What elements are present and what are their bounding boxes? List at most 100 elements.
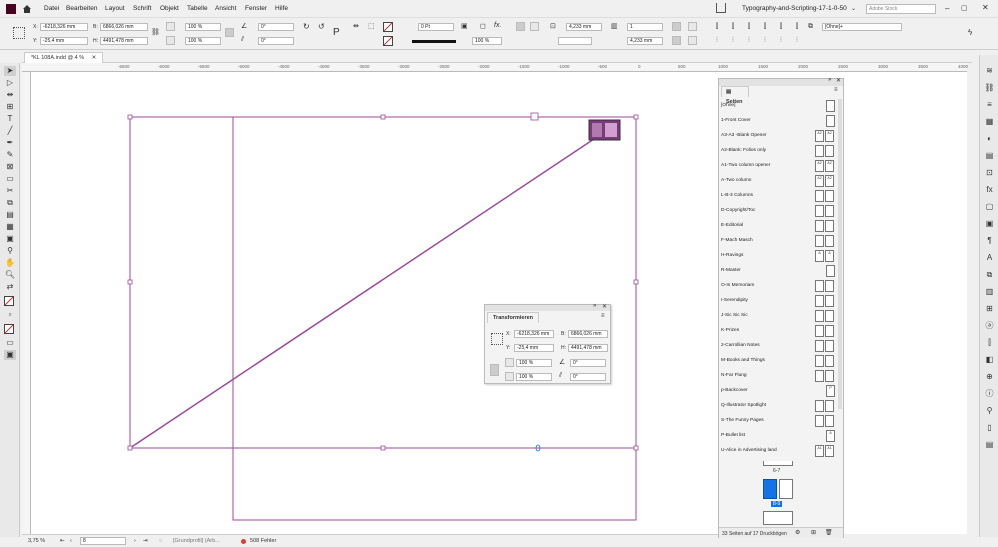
rectangle-tool-icon[interactable]: ▭ xyxy=(4,174,16,184)
panel-menu-icon[interactable]: ≡ xyxy=(601,313,605,319)
hand-tool-icon[interactable]: ✋ xyxy=(4,258,16,268)
y-position-field[interactable]: -25,4 mm xyxy=(40,37,88,45)
apply-none-icon[interactable] xyxy=(4,324,14,334)
master-page-thumbnail[interactable] xyxy=(825,415,834,427)
master-page-row[interactable]: M-Books and Things xyxy=(721,354,835,369)
master-page-thumbnail[interactable] xyxy=(815,310,824,322)
master-page-row[interactable]: J-Sic Sic Sic xyxy=(721,309,835,324)
pen-tool-icon[interactable]: ✒ xyxy=(4,138,16,148)
master-page-row[interactable]: U-Alice in Advertising land A1 A1 xyxy=(721,444,835,459)
master-page-thumbnail[interactable] xyxy=(815,325,824,337)
master-page-thumbnail[interactable] xyxy=(815,280,824,292)
justify-icon[interactable] xyxy=(688,36,697,45)
master-page-thumbnail[interactable] xyxy=(815,400,824,412)
maximize-icon[interactable]: ▢ xyxy=(961,4,968,12)
align-top-icon[interactable] xyxy=(672,22,681,31)
master-page-thumbnail[interactable] xyxy=(826,115,835,127)
distribute-top-icon[interactable]: ⫶ xyxy=(764,37,766,45)
align-left-edges-icon[interactable]: ⫿ xyxy=(716,23,718,31)
edit-page-size-icon[interactable]: ⚙ xyxy=(795,529,800,536)
transform-x-field[interactable]: -6218,326 mm xyxy=(514,330,554,338)
master-page-thumbnail[interactable] xyxy=(825,190,834,202)
master-page-row[interactable]: A3-A3 -Blank Opener A2 A2 xyxy=(721,129,835,144)
master-page-thumbnail[interactable] xyxy=(825,205,834,217)
x-position-field[interactable]: -6218,326 mm xyxy=(40,23,88,31)
distribute-right-icon[interactable]: ⫶ xyxy=(748,37,750,45)
layers-icon[interactable]: ≋ xyxy=(984,65,995,76)
pages-icon[interactable]: ▢ xyxy=(984,201,995,212)
master-page-row[interactable]: A2-Blank: Folios only xyxy=(721,144,835,159)
master-page-thumbnail[interactable]: A2 xyxy=(815,175,824,187)
master-page-row[interactable]: 1-Front Cover xyxy=(721,114,835,129)
adobe-stock-search-input[interactable]: Adobe Stock xyxy=(866,4,936,14)
shear-angle-field[interactable]: 0° xyxy=(258,37,294,45)
bookmarks-icon[interactable]: ▯ xyxy=(984,422,995,433)
offset-field-2[interactable]: 4,233 mm xyxy=(627,37,663,45)
share-icon[interactable] xyxy=(716,3,726,13)
lightning-icon[interactable]: ϟ xyxy=(968,28,972,37)
master-page-thumbnail[interactable]: A2 xyxy=(815,130,824,142)
gradient-tool-icon[interactable]: ▤ xyxy=(4,210,16,220)
transform-scale-y-field[interactable]: 100 % xyxy=(516,373,552,381)
offset-select[interactable] xyxy=(558,37,592,45)
direct-selection-tool-icon[interactable]: ▷ xyxy=(4,78,16,88)
master-page-thumbnail[interactable]: A1 xyxy=(825,445,834,457)
first-page-icon[interactable]: ⇤ xyxy=(60,538,65,544)
hyperlinks-icon[interactable]: ⚲ xyxy=(984,405,995,416)
stroke-weight-field[interactable]: 0 Pt xyxy=(418,23,454,31)
scale-x-field[interactable]: 100 % xyxy=(185,23,221,31)
preflight-profile[interactable]: [Grundprofil] (Arb... xyxy=(173,538,220,544)
cell-styles-icon[interactable]: ⊞ xyxy=(984,303,995,314)
rotate-ccw-icon[interactable]: ↺ xyxy=(318,22,325,31)
fill-stroke-swatch-icon[interactable] xyxy=(4,296,14,306)
align-center-icon[interactable] xyxy=(688,22,697,31)
document-title[interactable]: Typography-and-Scripting-17-1-0-50 xyxy=(742,5,847,12)
master-page-thumbnail[interactable] xyxy=(815,415,824,427)
master-page-row[interactable]: P-Bullet list A xyxy=(721,429,835,444)
constrain-scale-button[interactable] xyxy=(225,28,234,37)
master-page-thumbnail[interactable] xyxy=(815,145,824,157)
master-page-row[interactable]: Q-Illustrator Spotlight xyxy=(721,399,835,414)
distribute-left-icon[interactable]: ⫶ xyxy=(716,37,718,45)
master-page-row[interactable]: F-Mach Masch xyxy=(721,234,835,249)
master-page-row[interactable]: A-Two column A2 A2 xyxy=(721,174,835,189)
pages-tab[interactable]: ▤ Seiten xyxy=(721,86,749,105)
transform-width-field[interactable]: 6866,026 mm xyxy=(568,330,608,338)
rotation-angle-field[interactable]: 0° xyxy=(258,23,294,31)
master-page-row[interactable]: 2-Carrollian Notes xyxy=(721,339,835,354)
master-page-thumbnail[interactable] xyxy=(825,340,834,352)
master-page-thumbnail[interactable]: A2 xyxy=(825,175,834,187)
home-icon[interactable] xyxy=(22,4,32,14)
pages-scrollbar[interactable] xyxy=(838,99,842,409)
spread-6-7-thumbnail[interactable] xyxy=(763,461,793,466)
transform-scale-x-field[interactable]: 100 % xyxy=(516,359,552,367)
text-wrap-panel-icon[interactable]: ▣ xyxy=(984,218,995,229)
master-page-thumbnail[interactable]: A1 xyxy=(815,445,824,457)
master-page-thumbnail[interactable] xyxy=(825,400,834,412)
menu-ansicht[interactable]: Ansicht xyxy=(215,5,236,12)
master-page-row[interactable]: D-Copyright/Toc xyxy=(721,204,835,219)
master-page-thumbnail[interactable]: P xyxy=(826,385,835,397)
spread-8-right-page[interactable] xyxy=(779,479,793,499)
vertical-ruler[interactable] xyxy=(22,72,31,534)
fx-effects-icon[interactable]: fx xyxy=(984,184,995,195)
master-page-thumbnail[interactable]: A xyxy=(815,250,824,262)
panel-close-icon[interactable]: ✕ xyxy=(602,303,607,310)
width-field[interactable]: 6866,026 mm xyxy=(100,23,148,31)
reference-point-icon[interactable] xyxy=(13,27,25,39)
formatting-affects-container-icon[interactable]: ▫ xyxy=(4,310,16,320)
scale-y-field[interactable]: 100 % xyxy=(185,37,221,45)
menu-tabelle[interactable]: Tabelle xyxy=(187,5,208,12)
screen-mode-icon[interactable]: ▭ xyxy=(4,338,16,348)
align-bottom-edges-icon[interactable]: ⫿ xyxy=(796,23,798,31)
master-page-thumbnail[interactable]: A2 xyxy=(815,160,824,172)
align-horizontal-centers-icon[interactable]: ⫿ xyxy=(732,23,734,31)
note-tool-icon[interactable]: ▣ xyxy=(4,234,16,244)
preview-mode-icon[interactable]: ▣ xyxy=(4,350,16,360)
menu-bearbeiten[interactable]: Bearbeiten xyxy=(66,5,97,12)
spread-8-left-page[interactable] xyxy=(763,479,777,499)
spread-10-11-thumbnail[interactable] xyxy=(763,511,793,525)
menu-datei[interactable]: Datei xyxy=(44,5,59,12)
columns-field[interactable]: 1 xyxy=(627,23,663,31)
pathfinder-icon[interactable]: ◧ xyxy=(984,354,995,365)
